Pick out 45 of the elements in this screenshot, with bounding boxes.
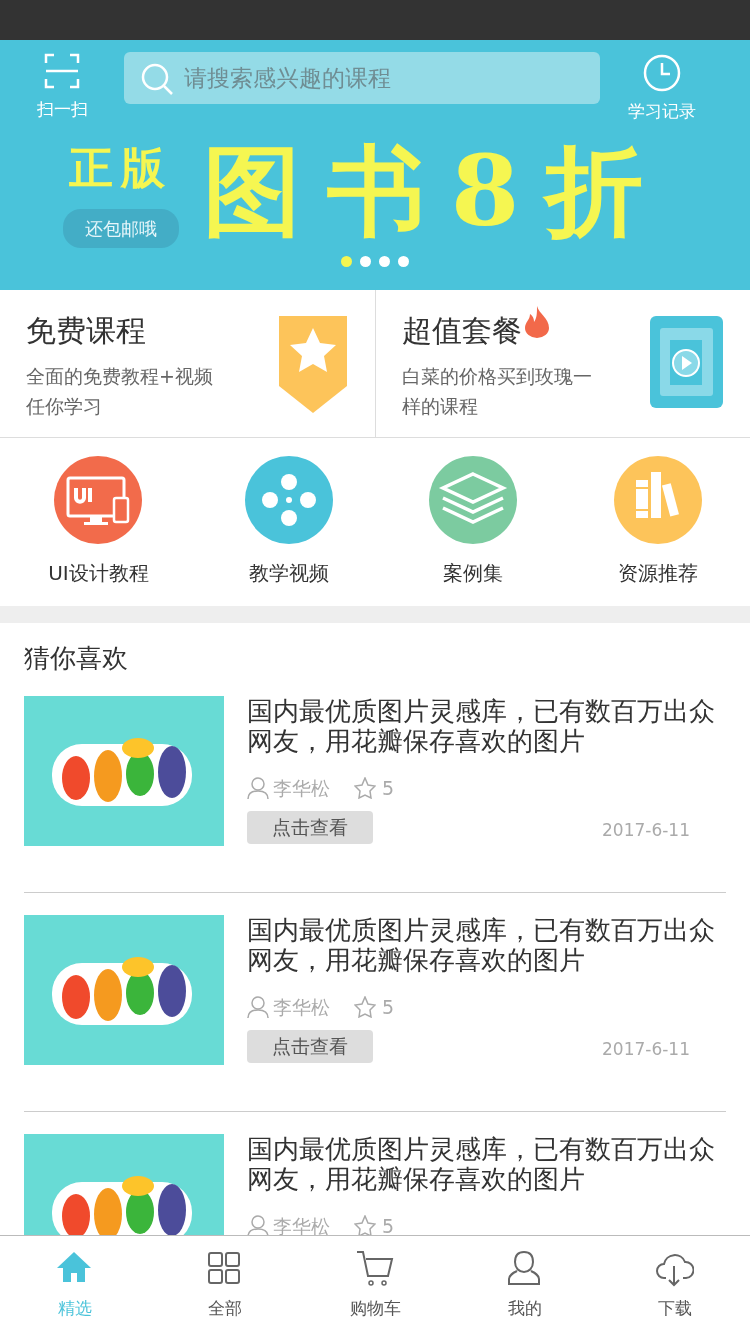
star-icon <box>354 996 376 1019</box>
tab-button[interactable]: 购物车 <box>300 1236 450 1334</box>
ribbon-star-icon <box>278 316 349 414</box>
star-icon <box>354 1215 376 1235</box>
date-label: 2017-6-11 <box>602 819 690 842</box>
course-title: 国内最优质图片灵感库，已有数百万出众网友，用花瓣保存喜欢的图片 <box>247 696 716 756</box>
rating-count: 5 <box>382 995 395 1020</box>
author-name: 李华松 <box>273 995 330 1020</box>
cart-icon <box>356 1250 394 1288</box>
promo-title: 超值套餐 <box>401 312 522 350</box>
clock-icon <box>642 53 682 93</box>
category-button[interactable]: UI设计教程 <box>0 456 197 588</box>
person-icon <box>247 777 269 800</box>
shipping-badge: 还包邮哦 <box>63 208 179 248</box>
category-button[interactable]: 教学视频 <box>196 456 382 588</box>
rating-count: 5 <box>382 776 395 801</box>
author-name: 李华松 <box>273 776 330 801</box>
date-label: 2017-6-11 <box>602 1038 690 1061</box>
carousel-dot[interactable] <box>341 256 352 267</box>
tab-button[interactable]: 下载 <box>600 1236 750 1334</box>
tablet-play-icon <box>650 316 724 408</box>
tab-button[interactable]: 全部 <box>150 1236 300 1334</box>
promo-description: 全面的免费教程+视频任你学习 <box>26 364 214 419</box>
author-name: 李华松 <box>273 1214 330 1235</box>
banner-tag: 正版 <box>69 134 173 201</box>
star-icon <box>354 777 376 800</box>
banner-headline: 图书8折 <box>203 142 670 240</box>
view-button[interactable]: 点击查看 <box>247 1029 373 1063</box>
person-icon <box>247 1215 269 1235</box>
scan-icon <box>44 53 80 89</box>
promo-title: 免费课程 <box>26 312 146 350</box>
view-button[interactable]: 点击查看 <box>247 810 373 844</box>
promo-description: 白菜的价格买到玫瑰一样的课程 <box>401 364 593 419</box>
search-field[interactable]: 请搜索感兴趣的课程 <box>124 52 600 104</box>
carousel-dot[interactable] <box>379 256 390 267</box>
course-title: 国内最优质图片灵感库，已有数百万出众网友，用花瓣保存喜欢的图片 <box>247 915 716 975</box>
carousel-dot[interactable] <box>398 256 409 267</box>
rating-count: 5 <box>382 1214 395 1235</box>
section-title: 猜你喜欢 <box>24 642 129 675</box>
tab-button[interactable]: 我的 <box>450 1236 600 1334</box>
category-button[interactable]: 资源推荐 <box>565 456 750 588</box>
carousel-dot[interactable] <box>360 256 371 267</box>
course-title: 国内最优质图片灵感库，已有数百万出众网友，用花瓣保存喜欢的图片 <box>247 1134 716 1194</box>
category-button[interactable]: 案例集 <box>381 456 566 588</box>
person-icon <box>247 996 269 1019</box>
